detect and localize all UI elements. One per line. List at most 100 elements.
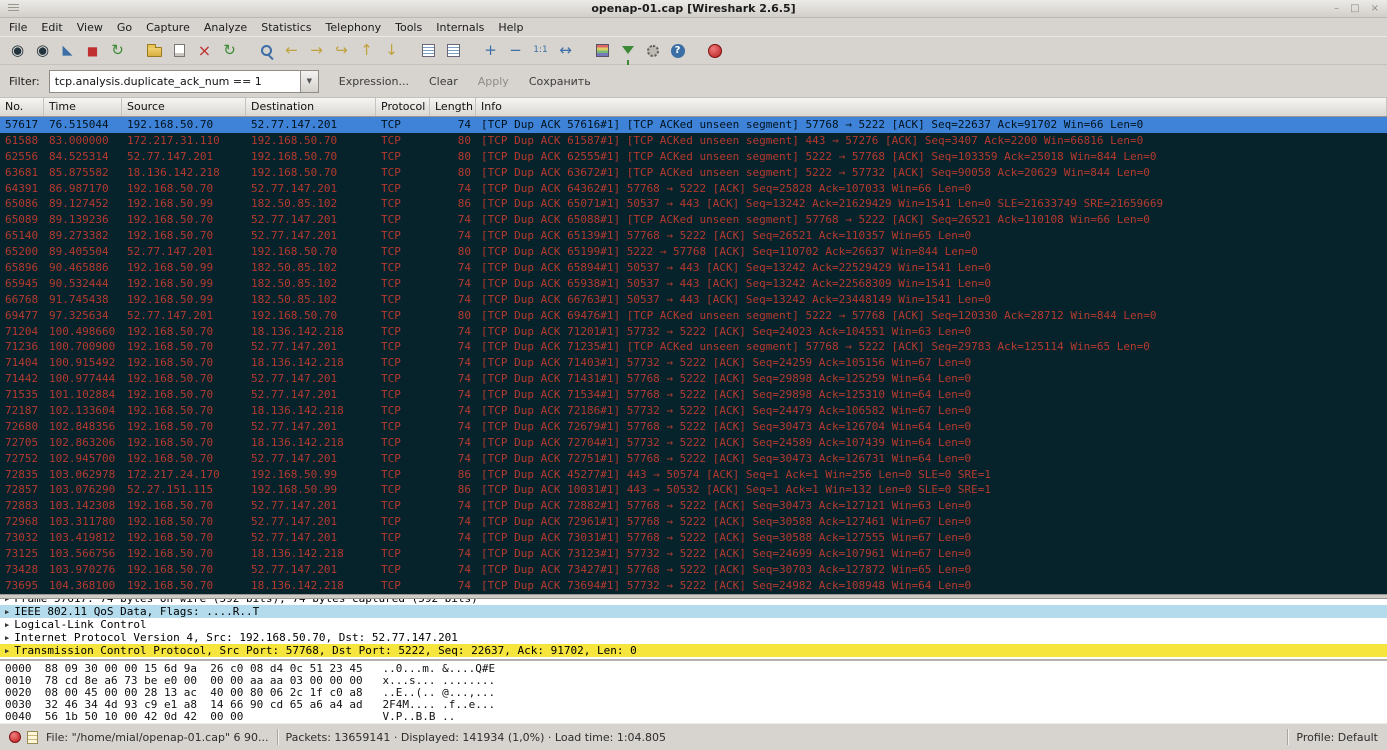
auto-scroll-button[interactable]	[441, 38, 466, 63]
expert-info-icon[interactable]	[9, 731, 21, 743]
packet-row[interactable]: 6439186.987170192.168.50.7052.77.147.201…	[0, 181, 1387, 197]
zoom-100-button[interactable]: 1:1	[528, 38, 553, 63]
packet-row[interactable]: 72752102.945700192.168.50.7052.77.147.20…	[0, 451, 1387, 467]
capture-options-button[interactable]: ◉	[30, 38, 55, 63]
packet-row[interactable]: 73032103.419812192.168.50.7052.77.147.20…	[0, 530, 1387, 546]
packet-row[interactable]: 71442100.977444192.168.50.7052.77.147.20…	[0, 371, 1387, 387]
packet-row[interactable]: 6508989.139236192.168.50.7052.77.147.201…	[0, 212, 1387, 228]
packet-row[interactable]: 6508689.127452192.168.50.99182.50.85.102…	[0, 196, 1387, 212]
packet-row[interactable]: 73125103.566756192.168.50.7018.136.142.2…	[0, 546, 1387, 562]
menu-help[interactable]: Help	[491, 20, 530, 35]
menu-go[interactable]: Go	[110, 20, 139, 35]
column-header-no[interactable]: No.	[0, 98, 44, 116]
file-properties-icon[interactable]	[27, 731, 38, 744]
column-header-length[interactable]: Length	[430, 98, 476, 116]
packet-row[interactable]: 6368185.87558218.136.142.218192.168.50.7…	[0, 165, 1387, 181]
capture-stop-button[interactable]: ■	[80, 38, 105, 63]
coloring-rules-button[interactable]	[590, 38, 615, 63]
file-close-button[interactable]: ×	[192, 38, 217, 63]
detail-row-ieee80211[interactable]: IEEE 802.11 QoS Data, Flags: ....R..T	[0, 605, 1387, 618]
capture-restart-button[interactable]: ↻	[105, 38, 130, 63]
filter-label[interactable]: Filter:	[9, 75, 40, 88]
close-button[interactable]: ×	[1371, 4, 1379, 14]
detail-row-tcp[interactable]: Transmission Control Protocol, Src Port:…	[0, 644, 1387, 657]
column-header-time[interactable]: Time	[44, 98, 122, 116]
file-save-button[interactable]	[167, 38, 192, 63]
detail-row-ipv4[interactable]: Internet Protocol Version 4, Src: 192.16…	[0, 631, 1387, 644]
status-profile[interactable]: Profile: Default	[1296, 731, 1378, 744]
resize-columns-button[interactable]: ↔	[553, 38, 578, 63]
wireshark-window: openap-01.cap [Wireshark 2.6.5] –□× File…	[0, 0, 1387, 750]
minimize-button[interactable]: –	[1334, 4, 1339, 14]
status-file[interactable]: File: "/home/mial/openap-01.cap" 6 90...	[46, 731, 269, 744]
filter-input[interactable]	[49, 70, 301, 93]
expression-button[interactable]: Expression...	[339, 75, 409, 88]
packet-row[interactable]: 6514089.273382192.168.50.7052.77.147.201…	[0, 228, 1387, 244]
packet-row[interactable]: 72705102.863206192.168.50.7018.136.142.2…	[0, 435, 1387, 451]
packet-cell-source: 172.217.31.110	[122, 133, 246, 149]
help-button[interactable]: ?	[665, 38, 690, 63]
menu-analyze[interactable]: Analyze	[197, 20, 254, 35]
menu-view[interactable]: View	[70, 20, 110, 35]
packet-row[interactable]: 5761776.515044192.168.50.7052.77.147.201…	[0, 117, 1387, 133]
menu-tools[interactable]: Tools	[388, 20, 429, 35]
menu-internals[interactable]: Internals	[429, 20, 491, 35]
title-bar: openap-01.cap [Wireshark 2.6.5] –□×	[0, 0, 1387, 18]
packet-row[interactable]: 72680102.848356192.168.50.7052.77.147.20…	[0, 419, 1387, 435]
window-menu-icon[interactable]	[8, 4, 19, 13]
expander-icon[interactable]	[5, 643, 9, 658]
hex-line[interactable]: 0040 56 1b 50 10 00 42 0d 42 00 00 V.P..…	[5, 711, 1382, 723]
file-open-button[interactable]	[142, 38, 167, 63]
menu-file[interactable]: File	[2, 20, 34, 35]
packet-row[interactable]: 6594590.532444192.168.50.99182.50.85.102…	[0, 276, 1387, 292]
packet-row[interactable]: 71535101.102884192.168.50.7052.77.147.20…	[0, 387, 1387, 403]
packet-row[interactable]: 6589690.465886192.168.50.99182.50.85.102…	[0, 260, 1387, 276]
go-forward-button[interactable]: →	[304, 38, 329, 63]
capture-start-button[interactable]: ◣	[55, 38, 80, 63]
zoom-out-button[interactable]: −	[503, 38, 528, 63]
packet-row[interactable]: 73695104.368100192.168.50.7018.136.142.2…	[0, 578, 1387, 594]
packet-row[interactable]: 71236100.700900192.168.50.7052.77.147.20…	[0, 339, 1387, 355]
clear-button[interactable]: Clear	[429, 75, 458, 88]
packet-row[interactable]: 6255684.52531452.77.147.201192.168.50.70…	[0, 149, 1387, 165]
menu-edit[interactable]: Edit	[34, 20, 69, 35]
menu-statistics[interactable]: Statistics	[254, 20, 318, 35]
packet-row[interactable]: 73428103.970276192.168.50.7052.77.147.20…	[0, 562, 1387, 578]
menu-capture[interactable]: Capture	[139, 20, 197, 35]
column-header-source[interactable]: Source	[122, 98, 246, 116]
detail-row-llc[interactable]: Logical-Link Control	[0, 618, 1387, 631]
zoom-in-button[interactable]: +	[478, 38, 503, 63]
go-bottom-button[interactable]: ↓	[379, 38, 404, 63]
colorize-button[interactable]	[416, 38, 441, 63]
preferences-button[interactable]	[640, 38, 665, 63]
packet-row[interactable]: 6520089.40550452.77.147.201192.168.50.70…	[0, 244, 1387, 260]
packet-row[interactable]: 72883103.142308192.168.50.7052.77.147.20…	[0, 498, 1387, 514]
packet-row[interactable]: 72835103.062978172.217.24.170192.168.50.…	[0, 467, 1387, 483]
go-to-packet-button[interactable]: ↪	[329, 38, 354, 63]
apply-button[interactable]: Apply	[478, 75, 509, 88]
save-filter-button[interactable]: Сохранить	[529, 75, 591, 88]
interfaces-button[interactable]: ◉	[5, 38, 30, 63]
column-header-destination[interactable]: Destination	[246, 98, 376, 116]
packet-row[interactable]: 72187102.133604192.168.50.7018.136.142.2…	[0, 403, 1387, 419]
packet-row[interactable]: 6676891.745438192.168.50.99182.50.85.102…	[0, 292, 1387, 308]
column-header-info[interactable]: Info	[476, 98, 1387, 116]
packet-row[interactable]: 6158883.000000172.217.31.110192.168.50.7…	[0, 133, 1387, 149]
find-button[interactable]	[254, 38, 279, 63]
about-button[interactable]	[702, 38, 727, 63]
display-filters-button[interactable]	[615, 38, 640, 63]
reload-button[interactable]: ↻	[217, 38, 242, 63]
go-top-button[interactable]: ↑	[354, 38, 379, 63]
packet-row[interactable]: 6947797.32563452.77.147.201192.168.50.70…	[0, 308, 1387, 324]
packet-cell-time: 102.945700	[44, 451, 122, 467]
packet-cell-protocol: TCP	[376, 355, 430, 371]
go-back-button[interactable]: ←	[279, 38, 304, 63]
packet-row[interactable]: 71404100.915492192.168.50.7018.136.142.2…	[0, 355, 1387, 371]
column-header-protocol[interactable]: Protocol	[376, 98, 430, 116]
menu-telephony[interactable]: Telephony	[319, 20, 389, 35]
packet-row[interactable]: 72968103.311780192.168.50.7052.77.147.20…	[0, 514, 1387, 530]
packet-row[interactable]: 72857103.07629052.27.151.115192.168.50.9…	[0, 482, 1387, 498]
maximize-button[interactable]: □	[1350, 4, 1359, 14]
filter-dropdown-button[interactable]	[301, 70, 319, 93]
packet-row[interactable]: 71204100.498660192.168.50.7018.136.142.2…	[0, 324, 1387, 340]
